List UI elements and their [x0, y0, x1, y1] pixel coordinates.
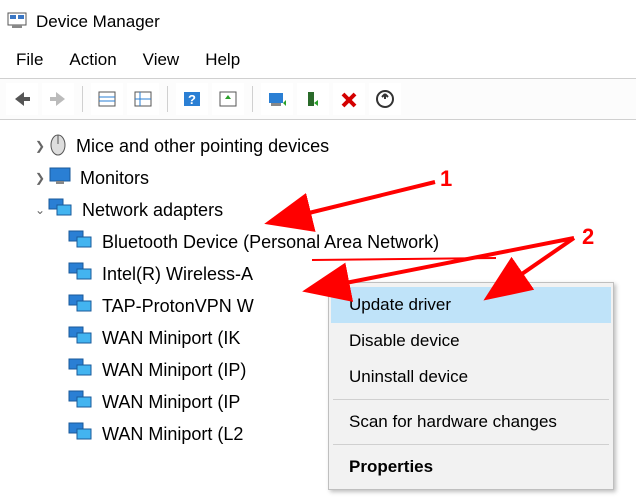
ctx-update-driver[interactable]: Update driver: [331, 287, 611, 323]
tree-label: Intel(R) Wireless-A: [102, 264, 253, 285]
expand-icon[interactable]: ❯: [32, 171, 48, 185]
network-adapter-icon: [68, 293, 94, 319]
back-button[interactable]: [6, 83, 38, 115]
collapse-icon[interactable]: ⌄: [32, 203, 48, 217]
ctx-disable-device[interactable]: Disable device: [331, 323, 611, 359]
annotation-1: 1: [440, 166, 452, 192]
menu-help[interactable]: Help: [201, 48, 244, 72]
update-driver-button[interactable]: [261, 83, 293, 115]
expand-icon[interactable]: ❯: [32, 139, 48, 153]
uninstall-button[interactable]: [297, 83, 329, 115]
refresh-button[interactable]: [212, 83, 244, 115]
menu-bar: File Action View Help: [0, 44, 636, 78]
tree-label: Mice and other pointing devices: [76, 136, 329, 157]
monitor-icon: [48, 165, 72, 191]
forward-button[interactable]: [42, 83, 74, 115]
devmgr-icon: [6, 9, 28, 35]
tree-label: Monitors: [80, 168, 149, 189]
network-adapter-icon: [68, 389, 94, 415]
mouse-icon: [48, 132, 68, 160]
window-title: Device Manager: [36, 12, 160, 32]
disable-button[interactable]: [333, 83, 365, 115]
tree-label: WAN Miniport (IP: [102, 392, 240, 413]
network-adapter-icon: [68, 421, 94, 447]
ctx-scan-hardware[interactable]: Scan for hardware changes: [331, 404, 611, 440]
detail-view-button[interactable]: [91, 83, 123, 115]
tree-label: TAP-ProtonVPN W: [102, 296, 254, 317]
annotation-2: 2: [582, 224, 594, 250]
tree-label: WAN Miniport (L2: [102, 424, 243, 445]
tree-item-bluetooth[interactable]: Bluetooth Device (Personal Area Network): [8, 226, 628, 258]
menu-file[interactable]: File: [12, 48, 47, 72]
list-view-button[interactable]: [127, 83, 159, 115]
tree-item-monitors[interactable]: ❯ Monitors: [8, 162, 628, 194]
network-adapter-icon: [68, 261, 94, 287]
tree-label: WAN Miniport (IP): [102, 360, 246, 381]
ctx-properties[interactable]: Properties: [331, 449, 611, 485]
menu-view[interactable]: View: [139, 48, 184, 72]
menu-action[interactable]: Action: [65, 48, 120, 72]
tree-label: WAN Miniport (IK: [102, 328, 240, 349]
network-adapter-icon: [68, 325, 94, 351]
toolbar: ?: [0, 78, 636, 120]
ctx-separator: [333, 444, 609, 445]
context-menu: Update driver Disable device Uninstall d…: [328, 282, 614, 490]
tree-item-network[interactable]: ⌄ Network adapters: [8, 194, 628, 226]
ctx-separator: [333, 399, 609, 400]
help-button[interactable]: ?: [176, 83, 208, 115]
network-adapter-icon: [68, 357, 94, 383]
toolbar-sep: [167, 86, 168, 112]
toolbar-sep: [252, 86, 253, 112]
ctx-uninstall-device[interactable]: Uninstall device: [331, 359, 611, 395]
network-adapter-icon: [68, 229, 94, 255]
title-bar: Device Manager: [0, 0, 636, 44]
tree-item-mice[interactable]: ❯ Mice and other pointing devices: [8, 130, 628, 162]
svg-text:?: ?: [188, 92, 196, 107]
tree-label: Bluetooth Device (Personal Area Network): [102, 232, 439, 253]
tree-label: Network adapters: [82, 200, 223, 221]
device-manager-window: Device Manager File Action View Help ? ❯…: [0, 0, 636, 503]
properties-button[interactable]: [369, 83, 401, 115]
toolbar-sep: [82, 86, 83, 112]
network-icon: [48, 197, 74, 223]
